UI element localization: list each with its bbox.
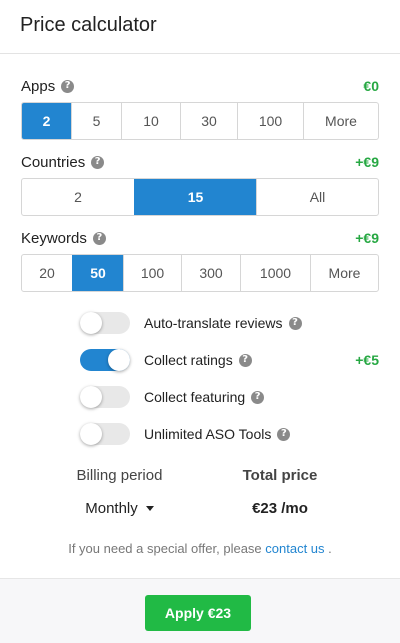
toggle-knob — [80, 386, 102, 408]
toggle-knob — [80, 423, 102, 445]
keywords-option-50[interactable]: 50 — [72, 255, 123, 291]
header: Price calculator — [0, 0, 400, 54]
contact-us-link[interactable]: contact us — [265, 541, 324, 556]
countries-price: +€9 — [355, 154, 379, 170]
note-text: If you need a special offer, please — [68, 541, 262, 556]
apps-option-10[interactable]: 10 — [121, 103, 180, 139]
question-circle-icon[interactable]: ? — [91, 155, 105, 169]
toggle-label: Auto-translate reviews — [144, 315, 283, 331]
keywords-option-1000[interactable]: 1000 — [240, 255, 310, 291]
special-offer-note: If you need a special offer, please cont… — [0, 541, 400, 556]
toggle-row-auto-translate: Auto-translate reviews ? — [21, 312, 379, 334]
billing-summary: Billing period Monthly Total price €23 /… — [0, 467, 400, 527]
collect-featuring-toggle[interactable] — [80, 386, 130, 408]
apps-label-wrap: Apps ? — [21, 77, 75, 95]
billing-period-value: Monthly — [85, 500, 138, 517]
keywords-option-300[interactable]: 300 — [181, 255, 240, 291]
keywords-selector: 20 50 100 300 1000 More — [21, 254, 379, 292]
countries-option-all[interactable]: All — [256, 179, 378, 215]
keywords-header: Keywords ? +€9 — [21, 228, 379, 248]
apps-option-more[interactable]: More — [303, 103, 378, 139]
toggle-label: Collect featuring — [144, 389, 246, 405]
keywords-option-more[interactable]: More — [310, 255, 378, 291]
question-circle-icon[interactable]: ? — [92, 231, 106, 245]
apps-option-2[interactable]: 2 — [22, 103, 71, 139]
unlimited-aso-toggle[interactable] — [80, 423, 130, 445]
note-end: . — [328, 541, 332, 556]
toggle-knob — [80, 312, 102, 334]
toggle-row-collect-ratings: Collect ratings ? +€5 — [21, 349, 379, 371]
apps-header: Apps ? €0 — [21, 76, 379, 96]
billing-period-title: Billing period — [76, 467, 163, 484]
collect-ratings-label-wrap: Collect ratings ? — [144, 352, 252, 368]
collect-ratings-toggle[interactable] — [80, 349, 130, 371]
keywords-option-20[interactable]: 20 — [22, 255, 72, 291]
footer: Apply €23 — [0, 578, 400, 643]
collect-featuring-label-wrap: Collect featuring ? — [144, 389, 265, 405]
apps-label: Apps — [21, 77, 56, 95]
countries-label: Countries — [21, 153, 86, 171]
countries-selector: 2 15 All — [21, 178, 379, 216]
apps-option-100[interactable]: 100 — [237, 103, 303, 139]
keywords-option-100[interactable]: 100 — [123, 255, 181, 291]
apply-button[interactable]: Apply €23 — [145, 595, 251, 631]
toggle-row-unlimited-aso: Unlimited ASO Tools ? — [21, 423, 379, 445]
keywords-price: +€9 — [355, 230, 379, 246]
calculator-body: Apps ? €0 2 5 10 30 100 More Countries ?… — [0, 76, 400, 556]
toggle-knob — [108, 349, 130, 371]
auto-translate-toggle[interactable] — [80, 312, 130, 334]
toggle-row-collect-featuring: Collect featuring ? — [21, 386, 379, 408]
countries-option-15[interactable]: 15 — [134, 179, 256, 215]
billing-period-dropdown[interactable]: Monthly — [62, 500, 177, 517]
apps-option-30[interactable]: 30 — [180, 103, 237, 139]
countries-label-wrap: Countries ? — [21, 153, 105, 171]
page-title: Price calculator — [20, 14, 157, 36]
toggle-label: Unlimited ASO Tools — [144, 426, 272, 442]
total-price-value: €23 /mo — [252, 500, 308, 517]
question-circle-icon[interactable]: ? — [61, 79, 75, 93]
keywords-label-wrap: Keywords ? — [21, 230, 106, 247]
total-price-col: Total price €23 /mo — [230, 467, 330, 517]
question-circle-icon[interactable]: ? — [251, 390, 265, 404]
unlimited-aso-label-wrap: Unlimited ASO Tools ? — [144, 426, 291, 442]
auto-translate-label-wrap: Auto-translate reviews ? — [144, 315, 302, 331]
toggle-label: Collect ratings — [144, 352, 233, 368]
keywords-label: Keywords — [21, 229, 87, 247]
question-circle-icon[interactable]: ? — [277, 427, 291, 441]
question-circle-icon[interactable]: ? — [288, 316, 302, 330]
apps-price: €0 — [363, 78, 379, 94]
collect-ratings-price: +€5 — [355, 352, 379, 368]
caret-down-icon — [145, 506, 154, 511]
countries-option-2[interactable]: 2 — [22, 179, 134, 215]
question-circle-icon[interactable]: ? — [238, 353, 252, 367]
apps-option-5[interactable]: 5 — [71, 103, 121, 139]
billing-period-col: Billing period Monthly — [62, 467, 177, 517]
apps-selector: 2 5 10 30 100 More — [21, 102, 379, 140]
total-price-title: Total price — [242, 467, 318, 484]
countries-header: Countries ? +€9 — [21, 152, 379, 172]
